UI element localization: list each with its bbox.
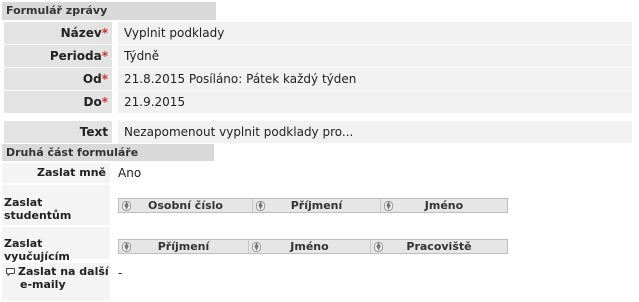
field-row-to: Do* 21.9.2015 xyxy=(4,91,632,113)
field-row-text: Text Nezapomenout vyplnit podklady pro..… xyxy=(4,121,632,143)
field-label-to: Do* xyxy=(4,91,112,113)
sort-icon[interactable]: ▲ ▼ xyxy=(252,242,261,252)
field-label-name: Název* xyxy=(4,22,112,44)
required-marker: * xyxy=(101,49,108,63)
section-header-form: Formulář zprávy xyxy=(2,2,216,20)
field-label-text: Text xyxy=(4,121,112,143)
column-department[interactable]: ▲ ▼ Pracoviště xyxy=(371,240,507,253)
field-value-from: 21.8.2015 Posíláno: Pátek každý týden xyxy=(118,68,632,90)
send-emails-value: - xyxy=(118,266,123,280)
sort-icon[interactable]: ▲ ▼ xyxy=(122,242,131,252)
send-teachers-label: Zaslat vyučujícím xyxy=(2,227,110,263)
column-surname[interactable]: ▲ ▼ Příjmení xyxy=(253,199,381,212)
teachers-grid-header: ▲ ▼ Příjmení ▲ ▼ Jméno ▲ ▼ Pracoviště xyxy=(118,239,508,254)
section-title: Druhá část formuláře xyxy=(6,146,139,159)
field-label-from: Od* xyxy=(4,68,112,90)
send-me-value: Ano xyxy=(118,166,142,180)
field-row-name: Název* Vyplnit podklady xyxy=(4,22,632,44)
field-value-name: Vyplnit podklady xyxy=(118,22,632,44)
column-personal-number[interactable]: ▲ ▼ Osobní číslo xyxy=(119,199,253,212)
send-me-label: Zaslat mně xyxy=(2,163,110,183)
sort-icon[interactable]: ▲ ▼ xyxy=(374,242,383,252)
column-first-name[interactable]: ▲ ▼ Jméno xyxy=(249,240,371,253)
required-marker: * xyxy=(101,95,108,109)
send-emails-label: Zaslat na další e-maily xyxy=(2,263,110,301)
speech-bubble-icon[interactable] xyxy=(6,268,15,276)
field-value-period: Týdně xyxy=(118,45,632,67)
students-grid-header: ▲ ▼ Osobní číslo ▲ ▼ Příjmení ▲ ▼ Jméno xyxy=(118,198,508,213)
field-value-to: 21.9.2015 xyxy=(118,91,632,113)
required-marker: * xyxy=(101,72,108,86)
field-row-period: Perioda* Týdně xyxy=(4,45,632,67)
sort-icon[interactable]: ▲ ▼ xyxy=(256,201,265,211)
required-marker: * xyxy=(101,26,108,40)
field-row-from: Od* 21.8.2015 Posíláno: Pátek každý týde… xyxy=(4,68,632,90)
field-value-text: Nezapomenout vyplnit podklady pro... xyxy=(118,121,632,143)
column-first-name[interactable]: ▲ ▼ Jméno xyxy=(381,199,507,212)
section-header-second-part: Druhá část formuláře xyxy=(2,144,214,161)
send-students-label: Zaslat studentům xyxy=(2,185,110,225)
section-title: Formulář zprávy xyxy=(6,4,108,17)
field-label-period: Perioda* xyxy=(4,45,112,67)
sort-icon[interactable]: ▲ ▼ xyxy=(384,201,393,211)
column-surname[interactable]: ▲ ▼ Příjmení xyxy=(119,240,249,253)
sort-icon[interactable]: ▲ ▼ xyxy=(122,201,131,211)
